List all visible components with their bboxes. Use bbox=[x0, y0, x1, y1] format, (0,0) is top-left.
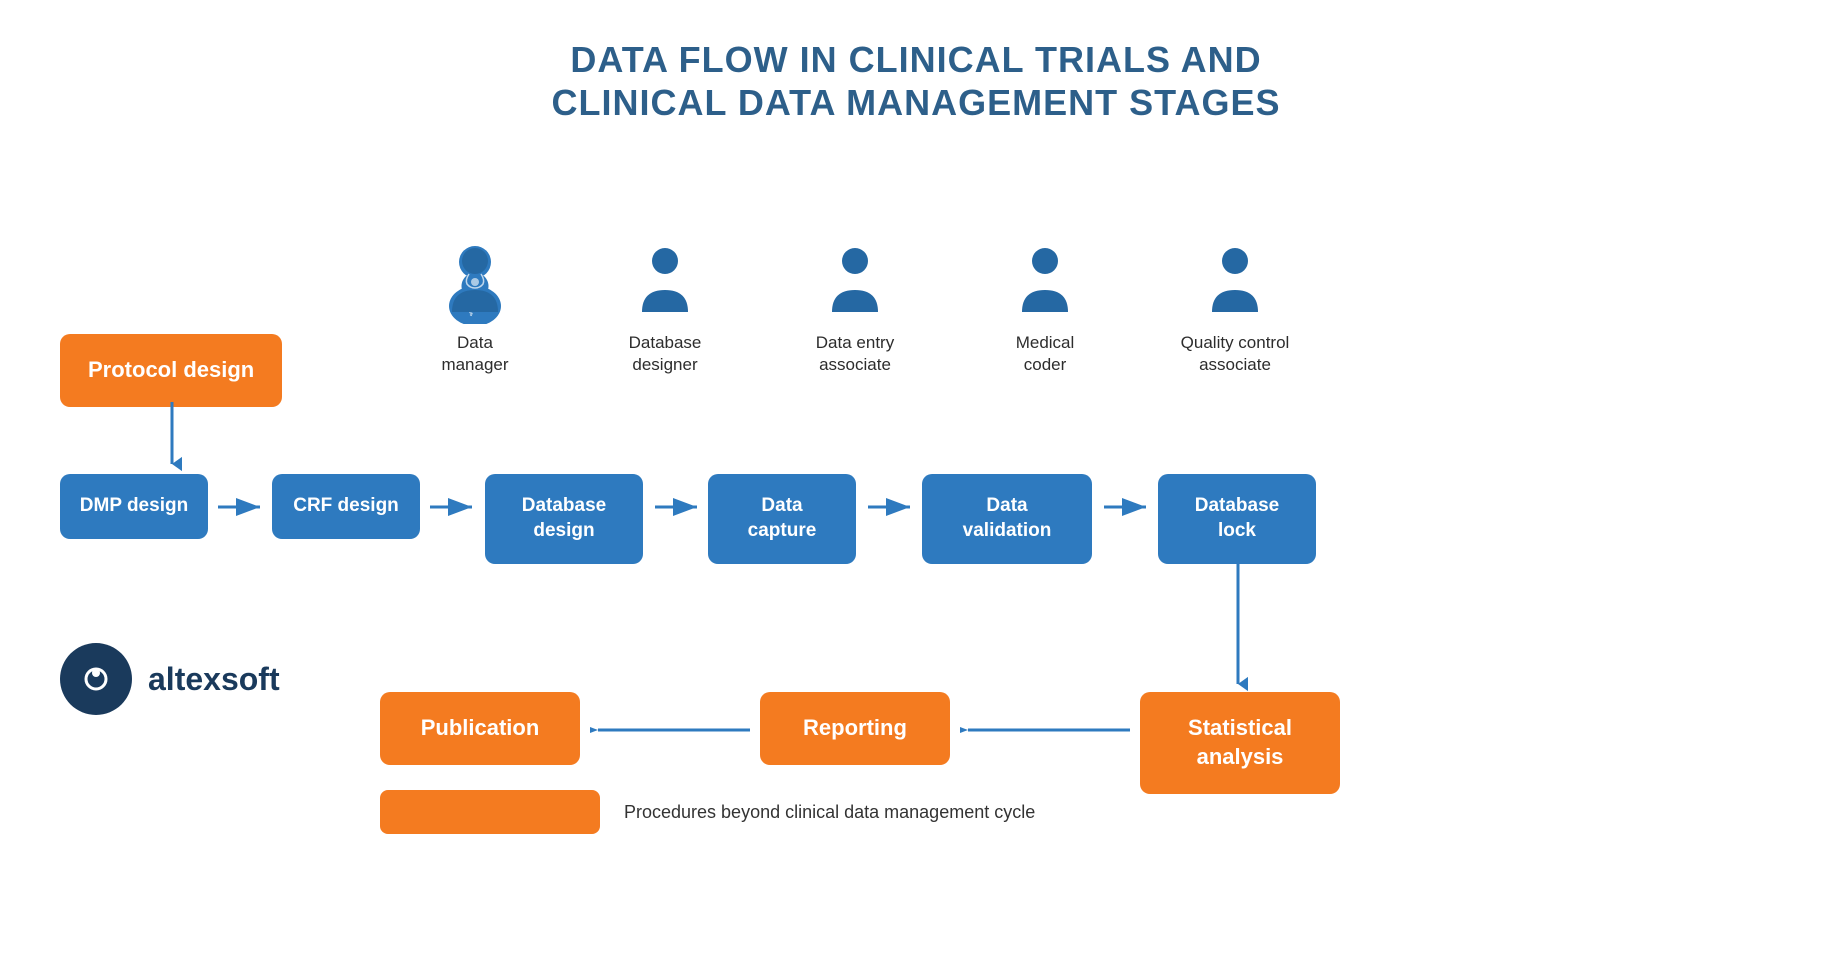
person-icon-database-designer bbox=[630, 244, 700, 324]
role-label-medical-coder: Medicalcoder bbox=[1016, 332, 1075, 376]
arrow-datavalidation-dblock bbox=[1104, 489, 1154, 525]
altexsoft-logo-icon bbox=[74, 657, 118, 701]
arrow-statanalysis-reporting bbox=[960, 712, 1138, 748]
title-line2: CLINICAL DATA MANAGEMENT STAGES bbox=[552, 82, 1281, 123]
role-data-entry-associate: Data entryassociate bbox=[760, 244, 950, 376]
database-lock-box: Databaselock bbox=[1158, 474, 1316, 563]
arrow-dmp-crf bbox=[218, 489, 268, 525]
legend-text: Procedures beyond clinical data manageme… bbox=[624, 802, 1035, 823]
person-icon-data-manager: ⚕ bbox=[440, 244, 510, 324]
altexsoft-logo: altexsoft bbox=[60, 614, 280, 744]
arrow-dbdesign-datacapture bbox=[655, 489, 705, 525]
arrow-crf-dbdesign bbox=[430, 489, 480, 525]
role-database-designer: Databasedesigner bbox=[570, 244, 760, 376]
dmp-design-box: DMP design bbox=[60, 474, 208, 539]
person-icon-medical-coder bbox=[1010, 244, 1080, 324]
protocol-design-box: Protocol design bbox=[60, 334, 282, 407]
role-quality-control: Quality controlassociate bbox=[1140, 244, 1330, 376]
reporting-box: Reporting bbox=[760, 692, 950, 765]
arrow-protocol-to-dmp bbox=[162, 402, 182, 474]
person-icon-quality-control bbox=[1200, 244, 1270, 324]
arrow-dblock-statanalysis bbox=[1228, 556, 1248, 694]
data-capture-box: Datacapture bbox=[708, 474, 856, 563]
arrow-reporting-publication bbox=[590, 712, 758, 748]
role-label-data-entry-associate: Data entryassociate bbox=[816, 332, 894, 376]
role-label-database-designer: Databasedesigner bbox=[629, 332, 702, 376]
logo-circle bbox=[60, 643, 132, 715]
roles-row: ⚕ Datamanager bbox=[380, 244, 1330, 376]
publication-box: Publication bbox=[380, 692, 580, 765]
page-container: DATA FLOW IN CLINICAL TRIALS AND CLINICA… bbox=[0, 0, 1832, 864]
role-label-data-manager: Datamanager bbox=[441, 332, 508, 376]
page-title: DATA FLOW IN CLINICAL TRIALS AND CLINICA… bbox=[0, 0, 1832, 134]
data-validation-box: Datavalidation bbox=[922, 474, 1092, 563]
person-icon-data-entry-associate bbox=[820, 244, 890, 324]
statistical-analysis-box: Statisticalanalysis bbox=[1140, 692, 1340, 793]
title-line1: DATA FLOW IN CLINICAL TRIALS AND bbox=[570, 39, 1261, 80]
role-label-quality-control: Quality controlassociate bbox=[1181, 332, 1290, 376]
legend-color-box bbox=[380, 790, 600, 834]
role-medical-coder: Medicalcoder bbox=[950, 244, 1140, 376]
arrow-datacapture-datavalidation bbox=[868, 489, 918, 525]
diagram-area: Protocol design ⚕ bbox=[0, 134, 1832, 864]
logo-text: altexsoft bbox=[148, 661, 280, 698]
database-design-box: Databasedesign bbox=[485, 474, 643, 563]
legend: Procedures beyond clinical data manageme… bbox=[380, 790, 1035, 834]
crf-design-box: CRF design bbox=[272, 474, 420, 539]
role-data-manager: ⚕ Datamanager bbox=[380, 244, 570, 376]
